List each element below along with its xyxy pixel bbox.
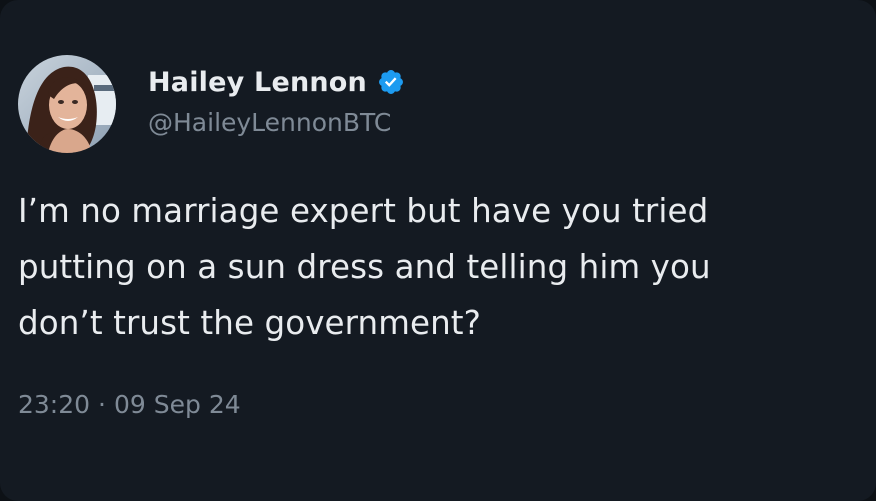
author-name-row: Hailey Lennon bbox=[148, 64, 405, 100]
meta-separator: · bbox=[98, 390, 106, 419]
tweet-card: Hailey Lennon @HaileyLennonBTC I’m no ma… bbox=[0, 0, 876, 501]
tweet-timestamp: 23:20 · 09 Sep 24 bbox=[18, 390, 241, 419]
tweet-time[interactable]: 23:20 bbox=[18, 390, 90, 419]
verified-badge-icon bbox=[377, 68, 405, 96]
author-handle[interactable]: @HaileyLennonBTC bbox=[148, 108, 391, 137]
author-display-name[interactable]: Hailey Lennon bbox=[148, 67, 367, 98]
tweet-date[interactable]: 09 Sep 24 bbox=[114, 390, 241, 419]
avatar[interactable] bbox=[18, 55, 116, 153]
tweet-text: I’m no marriage expert but have you trie… bbox=[18, 192, 711, 342]
avatar-image bbox=[18, 55, 116, 153]
